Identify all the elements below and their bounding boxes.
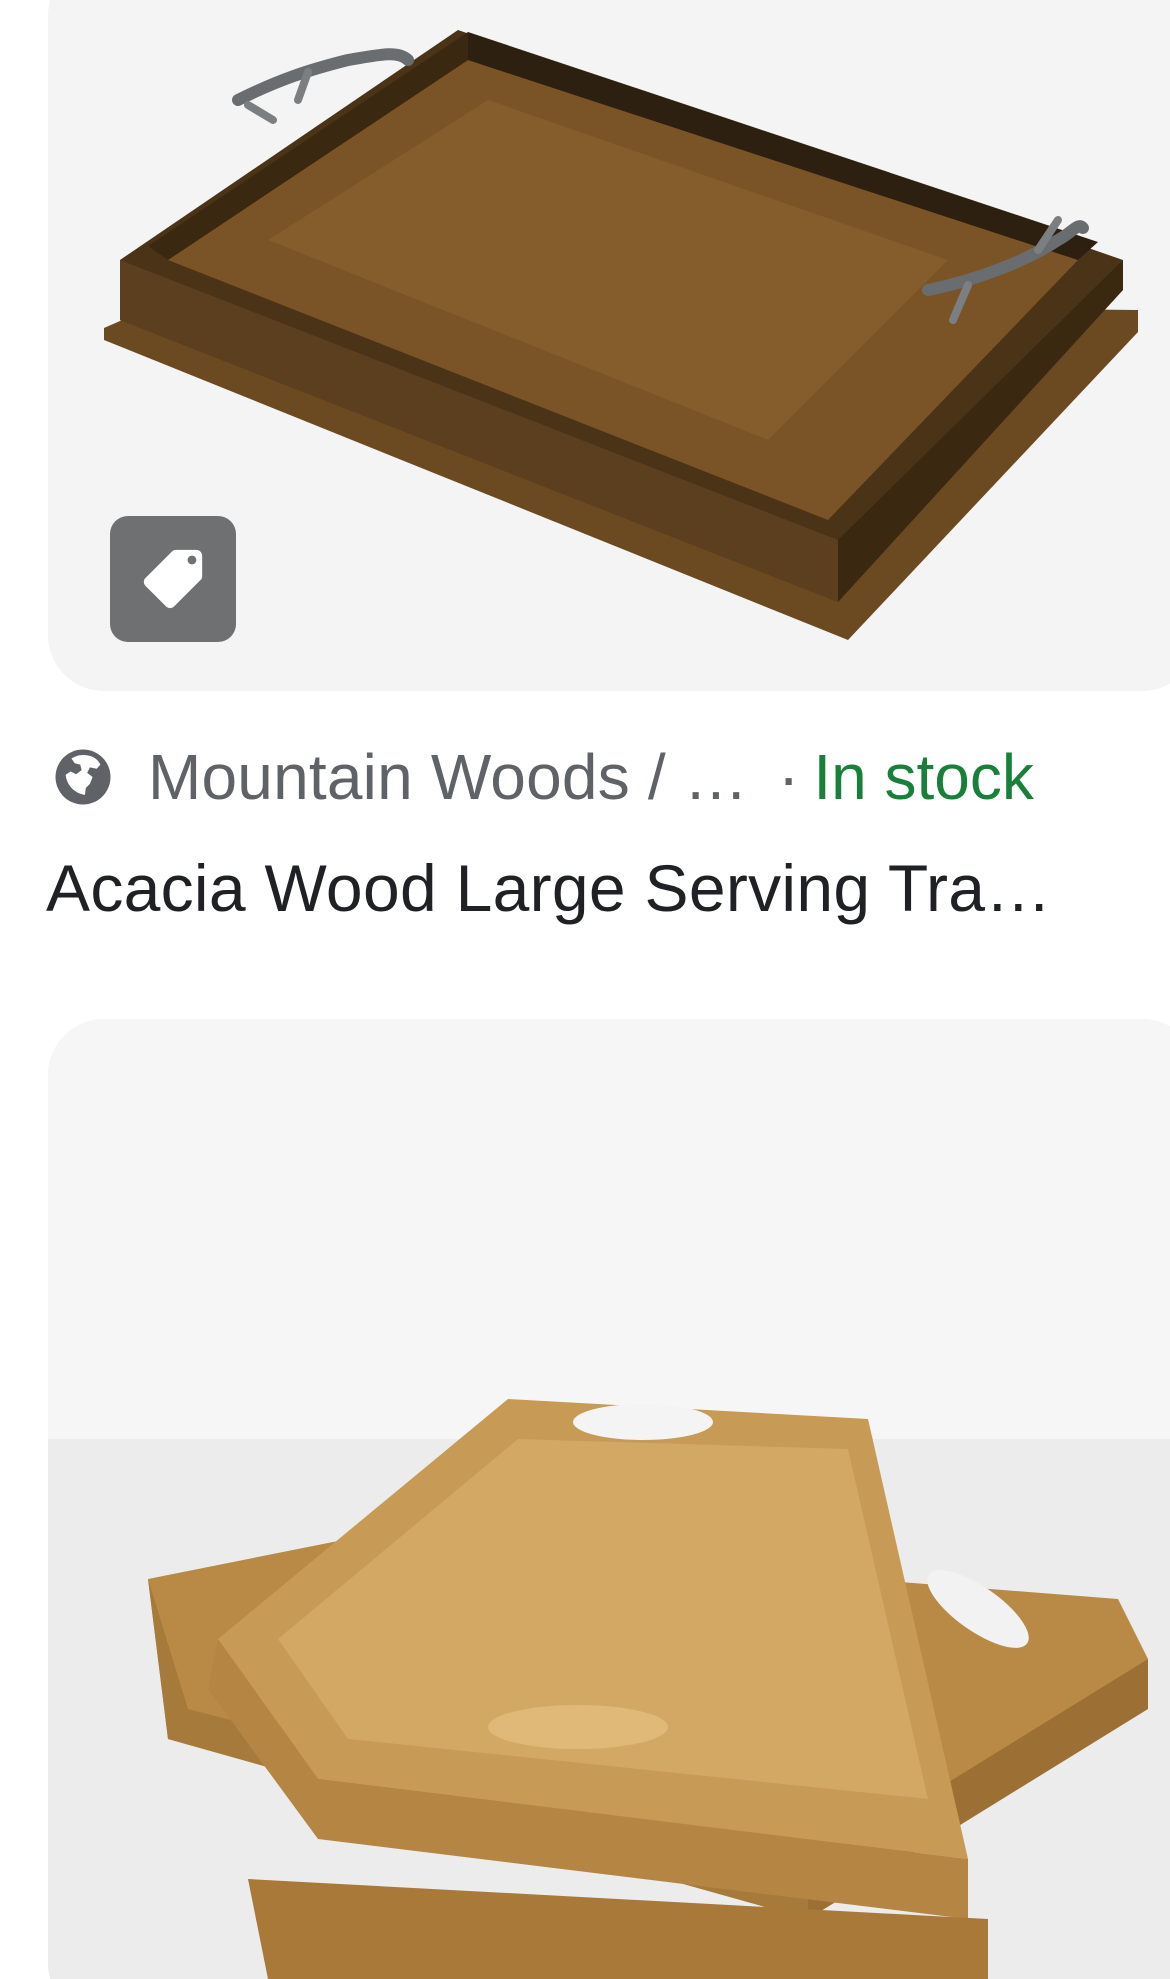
bamboo-tray-illustration <box>48 1019 1170 1979</box>
shopping-results-page: Mountain Woods / … · In stock Acacia Woo… <box>0 0 1170 1979</box>
globe-icon <box>50 744 116 810</box>
price-tag-badge[interactable] <box>110 516 236 642</box>
product-image-bamboo-trays[interactable] <box>48 1019 1170 1979</box>
result-source-row[interactable]: Mountain Woods / … · In stock <box>50 740 1034 814</box>
availability-status: In stock <box>813 741 1034 813</box>
product-title[interactable]: Acacia Wood Large Serving Tra… <box>46 850 1052 926</box>
source-name[interactable]: Mountain Woods / … <box>148 740 748 814</box>
price-tag-icon <box>143 549 203 609</box>
separator-dot: · <box>778 741 800 813</box>
